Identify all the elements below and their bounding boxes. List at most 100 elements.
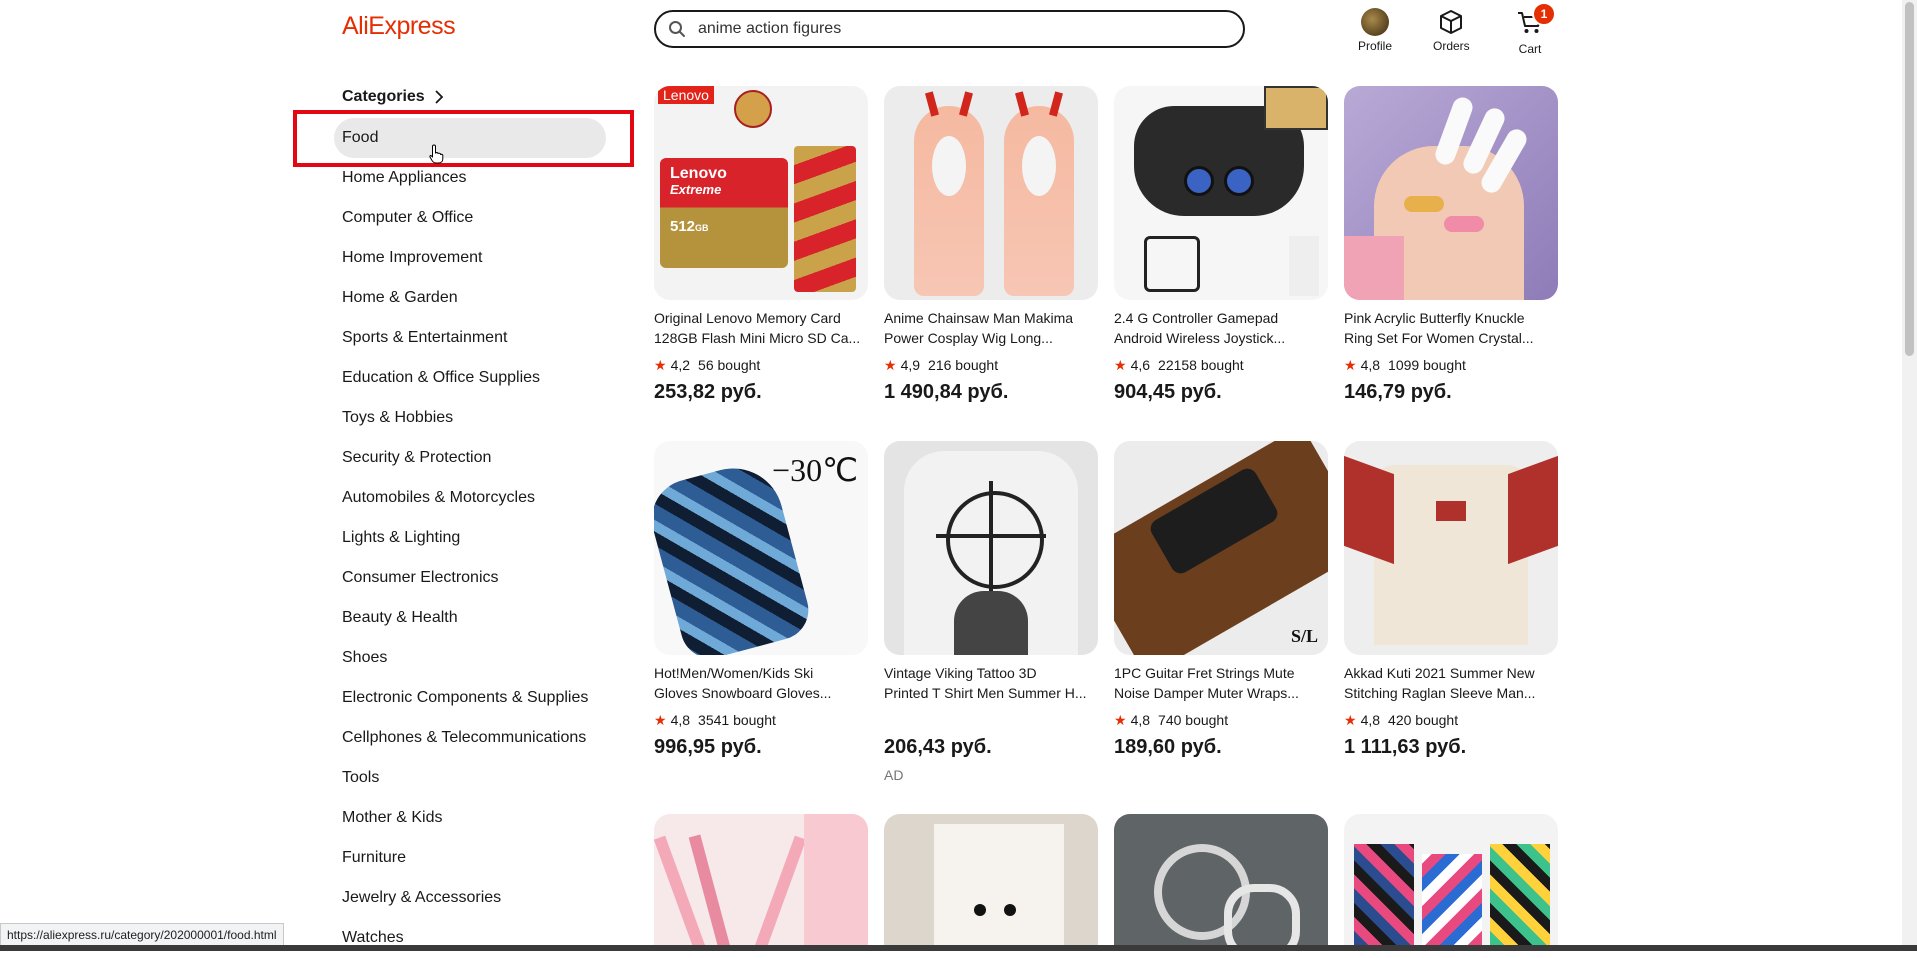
search-input[interactable] — [696, 19, 1180, 39]
product-image-memory-card[interactable]: Lenovo Lenovo Extreme 512GB — [654, 86, 868, 300]
vegvisir-print-icon — [946, 491, 1044, 589]
cart-button[interactable]: 1 Cart — [1516, 2, 1556, 56]
print-line — [936, 534, 1046, 538]
category-item-automobiles[interactable]: Automobiles & Motorcycles — [334, 478, 606, 518]
product-rating: 4,6 — [1130, 357, 1151, 373]
product-image-guitar-damper[interactable]: S/L — [1114, 441, 1328, 655]
category-item-mother-kids[interactable]: Mother & Kids — [334, 798, 606, 838]
product-bought: 22158 bought — [1158, 357, 1244, 373]
product-title[interactable]: Hot!Men/Women/Kids Ski Gloves Snowboard … — [654, 663, 868, 703]
pen-graphic — [753, 835, 807, 945]
category-item-electronic-components[interactable]: Electronic Components & Supplies — [334, 678, 606, 718]
category-item-lights[interactable]: Lights & Lighting — [334, 518, 606, 558]
profile-label: Profile — [1358, 39, 1393, 53]
cart-count-badge: 1 — [1532, 2, 1556, 26]
product-image-colorful-gloves[interactable] — [1344, 814, 1558, 945]
product-title[interactable]: Akkad Kuti 2021 Summer New Stitching Rag… — [1344, 663, 1558, 703]
sleeve-right-graphic — [1508, 455, 1558, 565]
product-title-line1: Original Lenovo Memory Card — [654, 310, 841, 326]
orders-button[interactable]: Orders — [1433, 8, 1470, 53]
brand-tag: Lenovo — [658, 86, 714, 104]
product-image-ski-gloves[interactable]: −30℃ — [654, 441, 868, 655]
category-item-beauty-health[interactable]: Beauty & Health — [334, 598, 606, 638]
chest-logo-icon — [1436, 501, 1466, 521]
category-item-education-office[interactable]: Education & Office Supplies — [334, 358, 606, 398]
product-card[interactable]: 2.4 G Controller Gamepad Android Wireles… — [1114, 86, 1328, 404]
product-title-line2: Printed T Shirt Men Summer H... — [884, 685, 1087, 701]
product-card[interactable]: Lenovo Lenovo Extreme 512GB Original Leno… — [654, 86, 868, 404]
search-icon — [669, 21, 685, 37]
product-bought: 216 bought — [928, 357, 999, 373]
category-item-tools[interactable]: Tools — [334, 758, 606, 798]
category-item-home-improvement[interactable]: Home Improvement — [334, 238, 606, 278]
cart-label: Cart — [1518, 42, 1542, 56]
product-image-gamepad[interactable] — [1114, 86, 1328, 300]
category-item-home-garden[interactable]: Home & Garden — [334, 278, 606, 318]
product-title[interactable]: 2.4 G Controller Gamepad Android Wireles… — [1114, 308, 1328, 348]
product-title[interactable]: 1PC Guitar Fret Strings Mute Noise Dampe… — [1114, 663, 1328, 703]
product-meta: ★ 4,8 740 bought — [1114, 711, 1328, 729]
ring-graphic — [1444, 216, 1484, 232]
product-card[interactable]: −30℃ Hot!Men/Women/Kids Ski Gloves Snowb… — [654, 441, 868, 759]
product-title-line2: Power Cosplay Wig Long... — [884, 330, 1053, 346]
product-price: 1 490,84 руб. — [884, 381, 1009, 403]
product-rating: 4,9 — [900, 357, 921, 373]
product-image-wig[interactable] — [884, 86, 1098, 300]
product-title[interactable]: Original Lenovo Memory Card 128GB Flash … — [654, 308, 868, 348]
product-image-earrings[interactable] — [884, 814, 1098, 945]
product-price: 189,60 руб. — [1114, 736, 1222, 758]
product-image-viking-tshirt[interactable] — [884, 441, 1098, 655]
product-bought: 56 bought — [698, 357, 761, 373]
product-card[interactable]: S/L 1PC Guitar Fret Strings Mute Noise D… — [1114, 441, 1328, 759]
aliexpress-logo[interactable]: AliExpress — [342, 12, 456, 41]
product-image-pens[interactable] — [654, 814, 868, 945]
product-card[interactable]: Pink Acrylic Butterfly Knuckle Ring Set … — [1344, 86, 1558, 404]
product-card[interactable] — [884, 814, 1098, 945]
product-title[interactable]: Anime Chainsaw Man Makima Power Cosplay … — [884, 308, 1098, 348]
product-image-rings[interactable] — [1344, 86, 1558, 300]
category-item-furniture[interactable]: Furniture — [334, 838, 606, 878]
wig-left — [914, 106, 984, 296]
tshirt-body-graphic — [1374, 465, 1528, 645]
category-item-watches[interactable]: Watches — [334, 918, 606, 958]
temperature-label: −30℃ — [772, 452, 858, 488]
star-icon: ★ — [1114, 356, 1127, 373]
product-card[interactable]: Anime Chainsaw Man Makima Power Cosplay … — [884, 86, 1098, 404]
search-bar[interactable] — [654, 10, 1245, 48]
category-item-computer-office[interactable]: Computer & Office — [334, 198, 606, 238]
categories-heading[interactable]: Categories — [342, 88, 447, 106]
star-icon: ★ — [884, 356, 897, 373]
scrollbar-thumb[interactable] — [1905, 2, 1914, 356]
product-title-line2: Gloves Snowboard Gloves... — [654, 685, 832, 701]
category-item-sports-entertainment[interactable]: Sports & Entertainment — [334, 318, 606, 358]
product-title-line1: 2.4 G Controller Gamepad — [1114, 310, 1279, 326]
category-item-cellphones[interactable]: Cellphones & Telecommunications — [334, 718, 606, 758]
product-title-line2: 128GB Flash Mini Micro SD Ca... — [654, 330, 861, 346]
category-item-consumer-electronics[interactable]: Consumer Electronics — [334, 558, 606, 598]
glove-graphic — [1422, 854, 1482, 945]
product-bought: 740 bought — [1158, 712, 1229, 728]
product-card[interactable]: Akkad Kuti 2021 Summer New Stitching Rag… — [1344, 441, 1558, 759]
product-image-raglan-tshirt[interactable] — [1344, 441, 1558, 655]
star-icon: ★ — [1114, 711, 1127, 728]
category-item-toys-hobbies[interactable]: Toys & Hobbies — [334, 398, 606, 438]
product-bought: 1099 bought — [1388, 357, 1466, 373]
vertical-scrollbar[interactable] — [1902, 0, 1917, 951]
product-image-keychain[interactable] — [1114, 814, 1328, 945]
product-rating: 4,8 — [670, 712, 691, 728]
category-item-security-protection[interactable]: Security & Protection — [334, 438, 606, 478]
product-card[interactable] — [654, 814, 868, 945]
category-list: Food Home Appliances Computer & Office H… — [334, 118, 606, 958]
category-item-shoes[interactable]: Shoes — [334, 638, 606, 678]
product-title[interactable]: Pink Acrylic Butterfly Knuckle Ring Set … — [1344, 308, 1558, 348]
profile-button[interactable]: Profile — [1358, 8, 1392, 53]
product-price: 996,95 руб. — [654, 736, 762, 758]
product-card[interactable] — [1114, 814, 1328, 945]
product-card[interactable]: Vintage Viking Tattoo 3D Printed T Shirt… — [884, 441, 1098, 783]
product-card[interactable] — [1344, 814, 1558, 945]
highlight-box — [293, 110, 634, 167]
category-item-jewelry[interactable]: Jewelry & Accessories — [334, 878, 606, 918]
sd-card-brand: Lenovo Extreme — [670, 165, 727, 198]
sd-card-graphic: Lenovo Extreme 512GB — [660, 158, 788, 268]
product-title[interactable]: Vintage Viking Tattoo 3D Printed T Shirt… — [884, 663, 1098, 703]
